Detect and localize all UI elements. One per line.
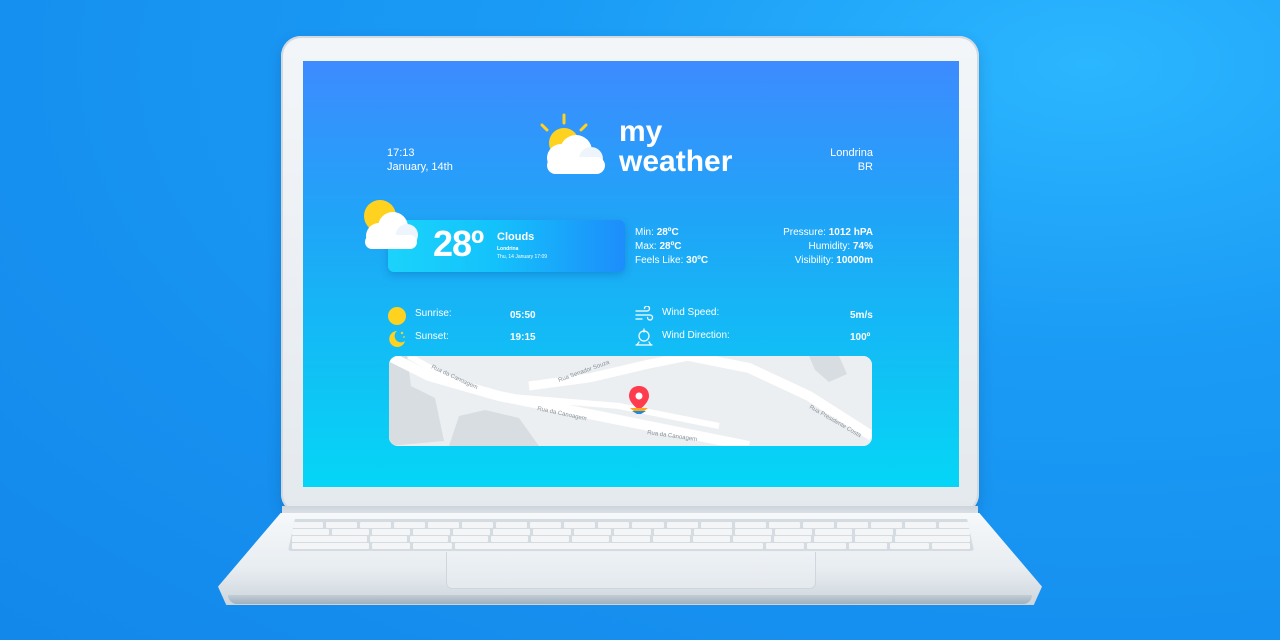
sunset-label: Sunset: (415, 331, 449, 342)
humidity: Humidity: 74% (808, 241, 873, 252)
pressure-humidity-visibility: Pressure: 1012 hPA Humidity: 74% Visibil… (783, 226, 873, 268)
current-date: January, 14th (387, 161, 453, 173)
sunset-value: 19:15 (510, 332, 536, 343)
sun-cloud-icon (540, 113, 605, 174)
current-time: 17:13 (387, 147, 415, 159)
wind-direction-icon (635, 328, 653, 346)
max-temp: Max: 28ºC (635, 241, 682, 252)
keyboard (288, 519, 974, 551)
wind-speed-value: 5m/s (850, 310, 873, 321)
sunset-icon (389, 331, 405, 347)
cloud-sun-icon (364, 200, 418, 249)
sunrise-label: Sunrise: (415, 308, 452, 319)
wind-direction-value: 100º (850, 332, 871, 343)
pressure: Pressure: 1012 hPA (783, 227, 873, 238)
wind-direction-label: Wind Direction: (662, 330, 730, 341)
weather-condition: Clouds (497, 231, 535, 243)
sunrise-value: 05:50 (510, 310, 536, 321)
location-city: Londrina (830, 147, 873, 159)
feels-like: Feels Like: 30ºC (635, 255, 709, 266)
card-datetime: Thu, 14 January 17:09 (497, 254, 548, 260)
location-map[interactable]: Rua da Canoagem Rua Senador Souza Rua da… (389, 356, 872, 446)
wind-icon (635, 306, 654, 321)
trackpad (446, 552, 816, 589)
card-city: Londrina (497, 246, 519, 252)
min-temp: Min: 28ºC (635, 227, 679, 238)
logo-text-weather: weather (619, 145, 733, 178)
temperature: 28º (433, 223, 484, 264)
laptop-base-edge (228, 595, 1032, 604)
app-screen: 17:13 January, 14th my weather Londrina … (303, 61, 959, 487)
visibility: Visibility: 10000m (794, 255, 873, 266)
logo-text-my: my (619, 115, 663, 148)
wind-speed-label: Wind Speed: (662, 307, 720, 318)
map-canvas[interactable]: Rua da Canoagem Rua Senador Souza Rua da… (389, 356, 872, 446)
sunrise-icon (388, 307, 406, 325)
location-country: BR (857, 161, 873, 173)
min-max-feels: Min: 28ºC Max: 28ºC Feels Like: 30ºC (635, 226, 708, 268)
